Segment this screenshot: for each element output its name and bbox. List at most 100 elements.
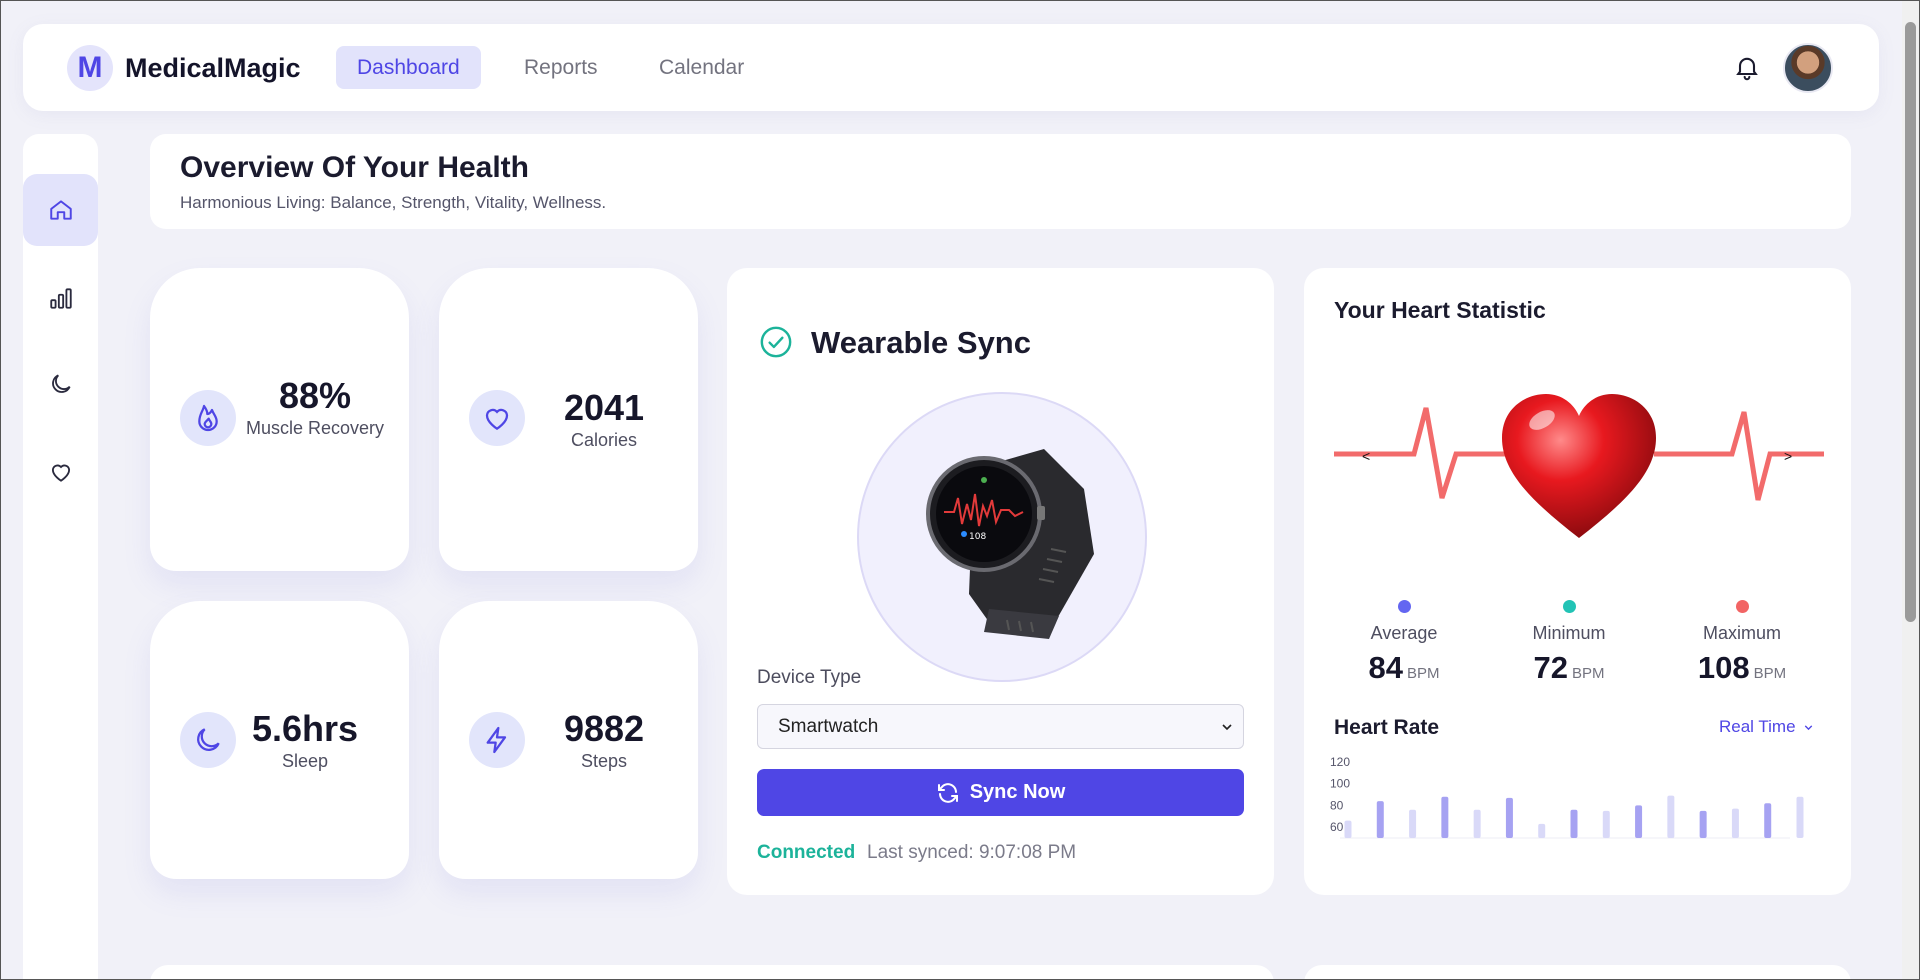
heart-rate-bar [1376,801,1384,838]
stat-card-calories[interactable]: 2041 Calories [439,268,698,571]
heart-rate-bar [1538,823,1546,838]
logo-icon[interactable]: M [67,45,113,91]
heart-stat-label: Minimum [1532,623,1606,643]
heart-rate-bar [1344,820,1352,838]
wearable-sync-card: Wearable Sync 108 Device Type Smartwatch [727,268,1274,895]
nav-reports[interactable]: Reports [503,46,619,89]
heart-icon [485,408,509,430]
heart-stat-value: 72 [1533,650,1568,685]
heart-stat-value: 84 [1368,650,1403,685]
stat-label: Muscle Recovery [245,417,385,438]
wearable-title: Wearable Sync [811,325,1031,360]
heart-rate-bar [1570,809,1578,838]
lightning-icon-wrap [469,712,525,768]
heart-stat-maximum: Maximum 108 BPM [1677,600,1807,686]
sidebar-item-home[interactable] [23,174,98,246]
realtime-dropdown[interactable]: Real Time [1719,717,1815,737]
chevron-down-icon [1804,724,1812,730]
realtime-label: Real Time [1719,717,1796,736]
heart-icon-wrap [469,390,525,446]
heart-illustration [1334,394,1824,538]
sidebar-item-sleep[interactable] [23,348,98,420]
heart-stat-average: Average 84 BPM [1339,600,1469,686]
sidebar [23,134,98,980]
sync-now-button[interactable]: Sync Now [757,769,1244,816]
home-icon [49,200,72,220]
stat-card-muscle[interactable]: 88% Muscle Recovery [150,268,409,571]
heart-stat-value: 108 [1697,650,1750,685]
moon-icon [51,374,71,393]
heart-title: Your Heart Statistic [1334,297,1546,323]
heart-rate-chart: 120 100 80 60 [1330,755,1804,839]
smartwatch-image-frame: 108 [857,392,1147,682]
svg-text:108: 108 [969,532,986,542]
heart-rate-bar [1602,810,1610,838]
heart-stat-label: Maximum [1702,623,1781,643]
connection-status: Connected [757,842,856,863]
moon-icon-wrap [180,712,236,768]
stat-label: Steps [580,750,628,771]
stat-value: 9882 [563,708,645,749]
heart-rate-bar [1473,809,1481,838]
y-tick-label: 100 [1330,777,1350,791]
smartwatch-image: 108 [926,449,1094,639]
device-type-value: Smartwatch [778,715,879,737]
heart-statistic-card: Your Heart Statistic < > Average 84 BPM M… [1304,268,1851,895]
last-synced: Last synced: 9:07:08 PM [867,842,1077,863]
bell-icon[interactable] [1733,52,1761,82]
heart-stat-unit: BPM [1753,665,1787,682]
nav-dashboard[interactable]: Dashboard [336,46,481,89]
stat-label: Calories [570,429,638,450]
device-type-select[interactable]: Smartwatch [757,704,1244,749]
device-type-label: Device Type [757,667,862,688]
average-dot [1397,600,1411,613]
overview-header: Overview Of Your Health Harmonious Livin… [150,134,1851,229]
next-arrow[interactable]: > [1784,448,1792,464]
stat-card-sleep[interactable]: 5.6hrs Sleep [150,601,409,879]
scrollbar-thumb[interactable] [1905,22,1916,622]
sync-now-label: Sync Now [969,781,1066,803]
heart-rate-bar [1699,810,1707,838]
heart-rate-bar [1441,796,1449,838]
nav-calendar[interactable]: Calendar [638,46,765,89]
flame-icon [198,404,218,432]
refresh-icon [937,782,958,803]
brand-name[interactable]: MedicalMagic [125,53,301,84]
stat-card-steps[interactable]: 9882 Steps [439,601,698,879]
y-tick-label: 60 [1330,820,1344,834]
sidebar-item-reports[interactable] [23,262,98,334]
heart-stat-label: Average [1370,623,1438,643]
stat-value: 2041 [563,387,645,428]
page-title: Overview Of Your Health [180,151,529,184]
page-subtitle: Harmonious Living: Balance, Strength, Vi… [180,193,607,212]
bottom-card-left [150,965,1274,980]
heart-rate-title: Heart Rate [1334,716,1440,739]
sidebar-item-heart[interactable] [23,436,98,508]
lightning-icon [486,726,507,754]
y-tick-label: 80 [1330,798,1344,812]
maximum-dot [1735,600,1749,613]
heart-rate-bar [1764,803,1772,838]
heart-rate-bar [1505,797,1513,838]
y-tick-label: 120 [1330,755,1350,769]
heart-stat-minimum: Minimum 72 BPM [1504,600,1634,686]
stat-value: 88% [278,375,352,416]
heart-stat-unit: BPM [1406,665,1440,682]
moon-icon [197,728,220,751]
avatar[interactable] [1783,43,1833,93]
bottom-card-right [1304,965,1851,980]
stat-value: 5.6hrs [251,708,359,749]
heart-stat-unit: BPM [1571,665,1605,682]
flame-icon-wrap [180,390,236,446]
heart-rate-bar [1635,805,1643,838]
minimum-dot [1562,600,1576,613]
prev-arrow[interactable]: < [1362,448,1370,464]
heart-rate-bar [1796,796,1804,838]
stat-label: Sleep [281,750,329,771]
heart-icon [51,464,70,482]
top-navbar: M MedicalMagic Dashboard Reports Calenda… [23,24,1879,111]
heart-rate-bar [1409,809,1417,838]
heart-rate-bar [1667,795,1675,838]
bar-chart-icon [49,288,72,309]
check-circle-icon [760,326,792,358]
